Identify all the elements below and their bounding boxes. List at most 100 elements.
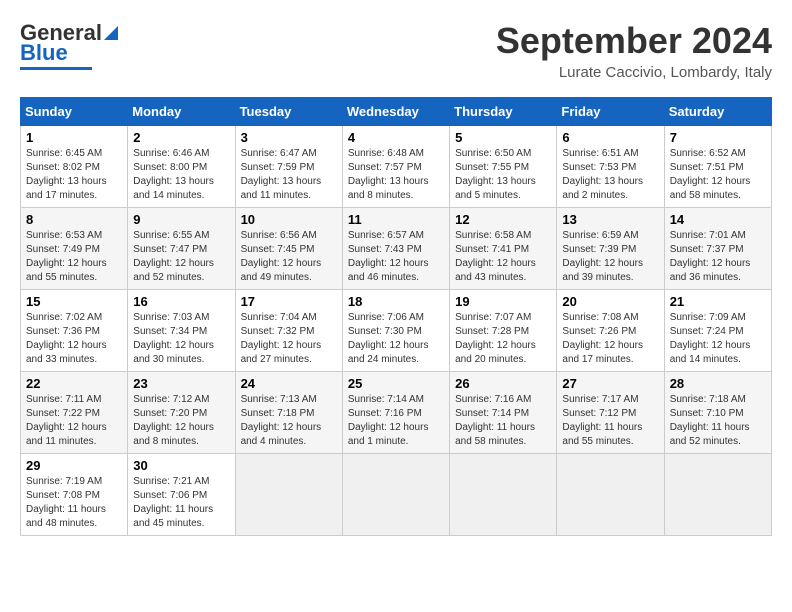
day-info: Sunrise: 7:02 AMSunset: 7:36 PMDaylight:… — [26, 311, 122, 367]
day-info: Sunrise: 7:08 AMSunset: 7:26 PMDaylight:… — [562, 311, 658, 367]
calendar-cell: 28Sunrise: 7:18 AMSunset: 7:10 PMDayligh… — [664, 372, 771, 454]
day-info: Sunrise: 6:46 AMSunset: 8:00 PMDaylight:… — [133, 147, 229, 203]
calendar-cell — [450, 454, 557, 536]
day-info: Sunrise: 7:13 AMSunset: 7:18 PMDaylight:… — [241, 393, 337, 449]
day-info: Sunrise: 7:06 AMSunset: 7:30 PMDaylight:… — [348, 311, 444, 367]
day-number: 5 — [455, 130, 551, 145]
calendar-cell: 20 Sunrise: 7:08 AMSunset: 7:26 PMDayligh… — [557, 290, 664, 372]
calendar-cell: 18Sunrise: 7:06 AMSunset: 7:30 PMDayligh… — [342, 290, 449, 372]
calendar-cell — [664, 454, 771, 536]
day-number: 26 — [455, 376, 551, 391]
calendar-cell — [235, 454, 342, 536]
day-number: 14 — [670, 212, 766, 227]
day-number: 2 — [133, 130, 229, 145]
calendar-cell: 15 Sunrise: 7:02 AMSunset: 7:36 PMDayligh… — [21, 290, 128, 372]
logo-blue: Blue — [20, 40, 68, 66]
day-number: 30 — [133, 458, 229, 473]
calendar-cell: 8Sunrise: 6:53 AMSunset: 7:49 PMDaylight… — [21, 208, 128, 290]
page-header: General Blue September 2024 Lurate Cacci… — [20, 20, 772, 81]
day-info: Sunrise: 7:03 AMSunset: 7:34 PMDaylight:… — [133, 311, 229, 367]
day-info: Sunrise: 6:59 AMSunset: 7:39 PMDaylight:… — [562, 229, 658, 285]
calendar-cell: 27 Sunrise: 7:17 AMSunset: 7:12 PMDayligh… — [557, 372, 664, 454]
day-info: Sunrise: 6:51 AMSunset: 7:53 PMDaylight:… — [562, 147, 658, 203]
day-number: 29 — [26, 458, 122, 473]
day-info: Sunrise: 6:53 AMSunset: 7:49 PMDaylight:… — [26, 229, 122, 285]
day-number: 13 — [562, 212, 658, 227]
calendar-cell: 13 Sunrise: 6:59 AMSunset: 7:39 PMDayligh… — [557, 208, 664, 290]
calendar-week-row: 15 Sunrise: 7:02 AMSunset: 7:36 PMDayligh… — [21, 290, 772, 372]
day-number: 7 — [670, 130, 766, 145]
day-info: Sunrise: 6:57 AMSunset: 7:43 PMDaylight:… — [348, 229, 444, 285]
calendar-cell: 6 Sunrise: 6:51 AMSunset: 7:53 PMDaylight… — [557, 126, 664, 208]
weekday-header-monday: Monday — [128, 98, 235, 126]
logo: General Blue — [20, 20, 122, 70]
calendar-cell: 24 Sunrise: 7:13 AMSunset: 7:18 PMDayligh… — [235, 372, 342, 454]
calendar-cell: 11 Sunrise: 6:57 AMSunset: 7:43 PMDayligh… — [342, 208, 449, 290]
day-number: 21 — [670, 294, 766, 309]
calendar-cell: 19Sunrise: 7:07 AMSunset: 7:28 PMDayligh… — [450, 290, 557, 372]
calendar-body: 1Sunrise: 6:45 AMSunset: 8:02 PMDaylight… — [21, 126, 772, 536]
day-info: Sunrise: 7:09 AMSunset: 7:24 PMDaylight:… — [670, 311, 766, 367]
day-info: Sunrise: 7:14 AMSunset: 7:16 PMDaylight:… — [348, 393, 444, 449]
weekday-header-wednesday: Wednesday — [342, 98, 449, 126]
calendar-cell: 4 Sunrise: 6:48 AMSunset: 7:57 PMDaylight… — [342, 126, 449, 208]
weekday-header-saturday: Saturday — [664, 98, 771, 126]
day-info: Sunrise: 6:45 AMSunset: 8:02 PMDaylight:… — [26, 147, 122, 203]
calendar-cell: 26Sunrise: 7:16 AMSunset: 7:14 PMDayligh… — [450, 372, 557, 454]
day-number: 15 — [26, 294, 122, 309]
calendar-cell: 12 Sunrise: 6:58 AMSunset: 7:41 PMDayligh… — [450, 208, 557, 290]
day-number: 12 — [455, 212, 551, 227]
day-number: 28 — [670, 376, 766, 391]
day-number: 16 — [133, 294, 229, 309]
day-number: 27 — [562, 376, 658, 391]
day-info: Sunrise: 6:58 AMSunset: 7:41 PMDaylight:… — [455, 229, 551, 285]
weekday-header-row: SundayMondayTuesdayWednesdayThursdayFrid… — [21, 98, 772, 126]
calendar-week-row: 1Sunrise: 6:45 AMSunset: 8:02 PMDaylight… — [21, 126, 772, 208]
calendar-cell: 22Sunrise: 7:11 AMSunset: 7:22 PMDayligh… — [21, 372, 128, 454]
day-info: Sunrise: 6:52 AMSunset: 7:51 PMDaylight:… — [670, 147, 766, 203]
calendar-cell: 2 Sunrise: 6:46 AMSunset: 8:00 PMDaylight… — [128, 126, 235, 208]
day-number: 25 — [348, 376, 444, 391]
day-number: 4 — [348, 130, 444, 145]
day-info: Sunrise: 6:55 AMSunset: 7:47 PMDaylight:… — [133, 229, 229, 285]
month-title: September 2024 — [496, 20, 772, 62]
day-number: 10 — [241, 212, 337, 227]
calendar-cell: 30 Sunrise: 7:21 AMSunset: 7:06 PMDayligh… — [128, 454, 235, 536]
day-info: Sunrise: 7:04 AMSunset: 7:32 PMDaylight:… — [241, 311, 337, 367]
calendar-cell: 23Sunrise: 7:12 AMSunset: 7:20 PMDayligh… — [128, 372, 235, 454]
day-number: 6 — [562, 130, 658, 145]
weekday-header-tuesday: Tuesday — [235, 98, 342, 126]
calendar-cell: 9 Sunrise: 6:55 AMSunset: 7:47 PMDaylight… — [128, 208, 235, 290]
calendar-cell: 17 Sunrise: 7:04 AMSunset: 7:32 PMDayligh… — [235, 290, 342, 372]
day-info: Sunrise: 7:21 AMSunset: 7:06 PMDaylight:… — [133, 475, 229, 531]
calendar-week-row: 29 Sunrise: 7:19 AMSunset: 7:08 PMDayligh… — [21, 454, 772, 536]
logo-arrow-icon — [100, 22, 122, 44]
calendar-cell: 16 Sunrise: 7:03 AMSunset: 7:34 PMDayligh… — [128, 290, 235, 372]
day-number: 11 — [348, 212, 444, 227]
weekday-header-friday: Friday — [557, 98, 664, 126]
day-info: Sunrise: 6:56 AMSunset: 7:45 PMDaylight:… — [241, 229, 337, 285]
day-number: 20 — [562, 294, 658, 309]
title-block: September 2024 Lurate Caccivio, Lombardy… — [496, 20, 772, 81]
day-number: 23 — [133, 376, 229, 391]
calendar-cell: 25 Sunrise: 7:14 AMSunset: 7:16 PMDayligh… — [342, 372, 449, 454]
day-info: Sunrise: 7:11 AMSunset: 7:22 PMDaylight:… — [26, 393, 122, 449]
day-info: Sunrise: 6:48 AMSunset: 7:57 PMDaylight:… — [348, 147, 444, 203]
weekday-header-sunday: Sunday — [21, 98, 128, 126]
day-info: Sunrise: 7:07 AMSunset: 7:28 PMDaylight:… — [455, 311, 551, 367]
day-number: 24 — [241, 376, 337, 391]
calendar-header: SundayMondayTuesdayWednesdayThursdayFrid… — [21, 98, 772, 126]
day-info: Sunrise: 7:19 AMSunset: 7:08 PMDaylight:… — [26, 475, 122, 531]
calendar-cell: 3Sunrise: 6:47 AMSunset: 7:59 PMDaylight… — [235, 126, 342, 208]
calendar-cell: 10 Sunrise: 6:56 AMSunset: 7:45 PMDayligh… — [235, 208, 342, 290]
calendar-cell: 21 Sunrise: 7:09 AMSunset: 7:24 PMDayligh… — [664, 290, 771, 372]
day-number: 3 — [241, 130, 337, 145]
calendar-table: SundayMondayTuesdayWednesdayThursdayFrid… — [20, 97, 772, 536]
day-info: Sunrise: 7:17 AMSunset: 7:12 PMDaylight:… — [562, 393, 658, 449]
calendar-cell: 5 Sunrise: 6:50 AMSunset: 7:55 PMDaylight… — [450, 126, 557, 208]
calendar-week-row: 8Sunrise: 6:53 AMSunset: 7:49 PMDaylight… — [21, 208, 772, 290]
weekday-header-thursday: Thursday — [450, 98, 557, 126]
day-info: Sunrise: 6:50 AMSunset: 7:55 PMDaylight:… — [455, 147, 551, 203]
day-number: 17 — [241, 294, 337, 309]
day-number: 9 — [133, 212, 229, 227]
